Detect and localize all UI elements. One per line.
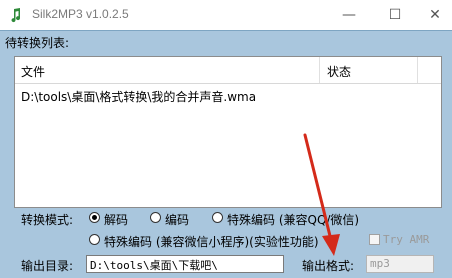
mode-label: 转换模式: [21,213,74,227]
radio-decode-label[interactable]: 解码 [104,211,128,228]
radio-special-qq[interactable] [212,212,223,223]
list-item[interactable]: D:\tools\桌面\格式转换\我的合并声音.wma [15,85,435,107]
output-format-value: mp3 [370,257,390,270]
radio-special-miniprogram[interactable] [89,234,100,245]
maximize-icon: ☐ [388,7,402,23]
column-header-file[interactable]: 文件 [21,63,45,80]
column-header-status[interactable]: 状态 [327,63,351,80]
output-format-field[interactable]: mp3 [366,255,434,273]
pending-list-caption: 待转换列表: [5,36,70,50]
music-note-icon [11,8,21,23]
radio-decode[interactable] [89,212,100,223]
radio-encode[interactable] [150,212,161,223]
minimize-button[interactable]: — [326,0,372,30]
radio-special-miniprogram-label[interactable]: 特殊编码 (兼容微信小程序)(实验性功能) [104,233,319,250]
close-button[interactable]: ✕ [418,0,452,30]
column-divider[interactable] [417,57,418,83]
window-title: Silk2MP3 v1.0.2.5 [32,7,129,21]
output-dir-value: D:\tools\桌面\下载吧\ [90,259,218,272]
try-amr-checkbox[interactable] [369,234,380,245]
column-divider[interactable] [319,57,320,83]
file-list[interactable]: 文件 状态 D:\tools\桌面\格式转换\我的合并声音.wma [14,56,442,208]
close-icon: ✕ [429,7,441,23]
minimize-icon: — [342,7,356,23]
list-header: 文件 状态 [15,57,441,84]
file-path-cell: D:\tools\桌面\格式转换\我的合并声音.wma [21,90,257,104]
output-format-label: 输出格式: [302,259,355,273]
try-amr-label[interactable]: Try AMR [383,233,429,246]
output-dir-field[interactable]: D:\tools\桌面\下载吧\ [86,255,284,273]
output-dir-label: 输出目录: [21,259,74,273]
maximize-button[interactable]: ☐ [372,0,418,30]
conversion-panel: 待转换列表: 文件 状态 D:\tools\桌面\格式转换\我的合并声音.wma… [0,30,452,278]
radio-special-qq-label[interactable]: 特殊编码 (兼容QQ/微信) [227,211,359,228]
title-bar: Silk2MP3 v1.0.2.5 — ☐ ✕ [0,0,452,30]
radio-encode-label[interactable]: 编码 [165,211,189,228]
